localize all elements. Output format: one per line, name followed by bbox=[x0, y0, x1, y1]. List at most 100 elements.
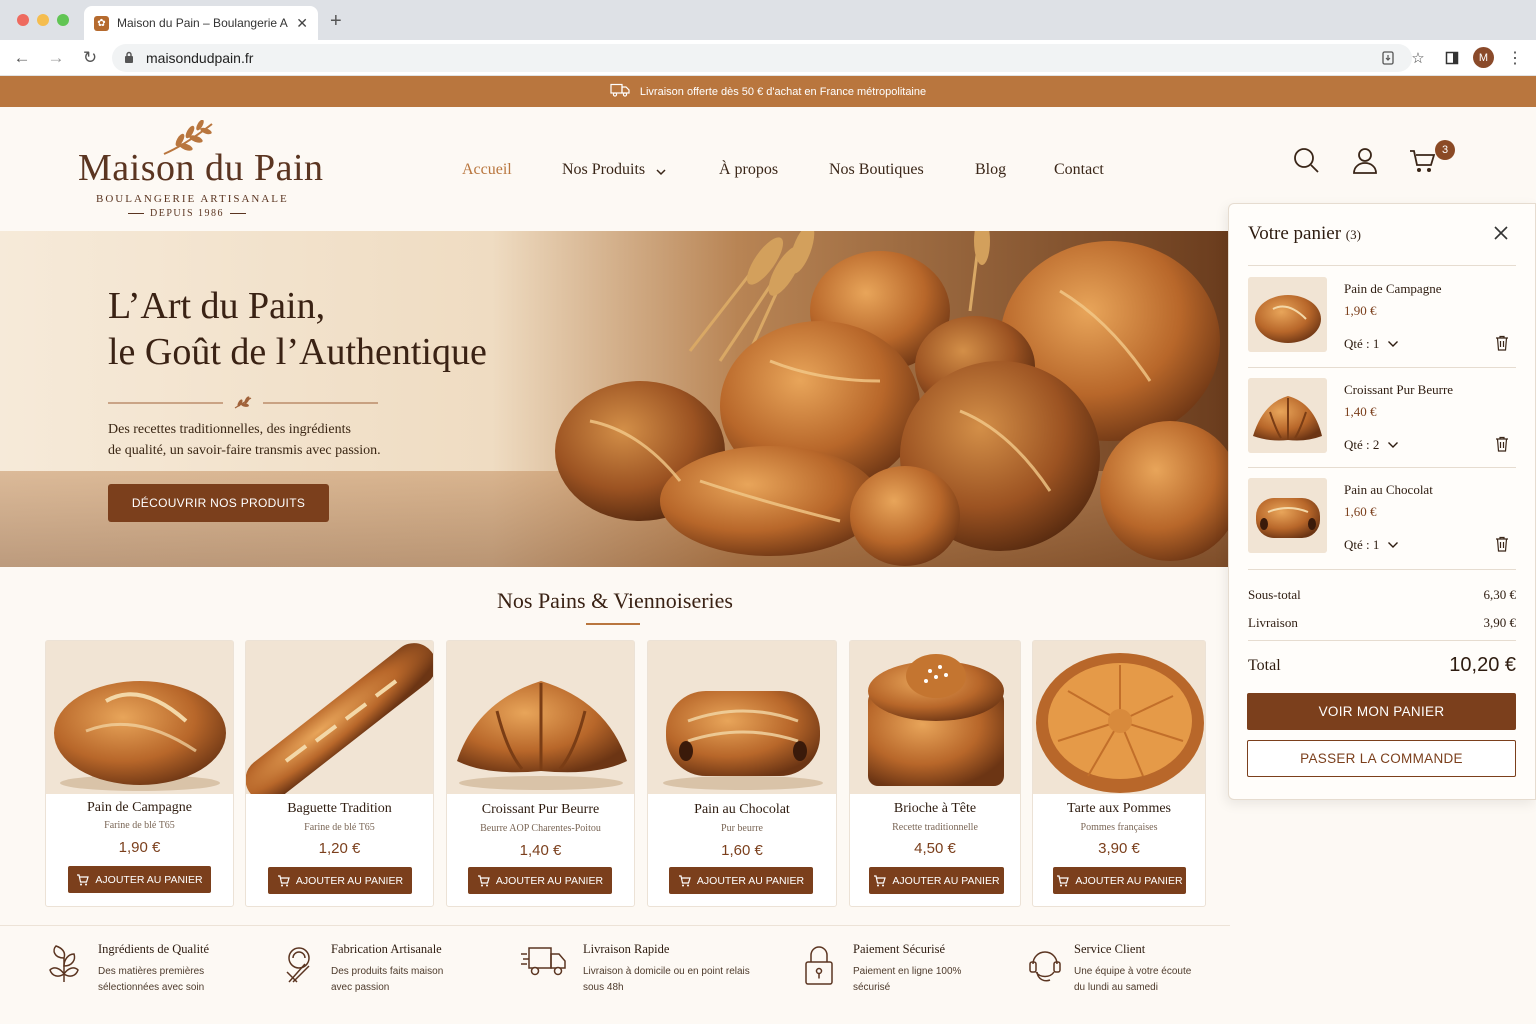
add-to-cart-button[interactable]: AJOUTER AU PANIER bbox=[468, 867, 612, 894]
product-subtitle: Recette traditionnelle bbox=[892, 822, 978, 833]
product-image-baguette-tradition[interactable] bbox=[246, 641, 433, 794]
cart-item-name[interactable]: Croissant Pur Beurre bbox=[1344, 382, 1453, 398]
bookmark-star-icon[interactable]: ☆ bbox=[1406, 46, 1430, 70]
nav-item-nos-produits[interactable]: Nos Produits bbox=[562, 161, 645, 179]
cart-divider bbox=[1248, 367, 1516, 368]
close-cart-icon[interactable] bbox=[1493, 224, 1509, 247]
cart-icon bbox=[277, 874, 290, 886]
product-price: 1,20 € bbox=[318, 840, 361, 857]
product-price: 1,60 € bbox=[721, 842, 763, 859]
feature-line-1: Une équipe à votre écoute bbox=[1074, 966, 1192, 977]
cart-item-name[interactable]: Pain de Campagne bbox=[1344, 281, 1441, 297]
product-card[interactable]: Tarte aux Pommes Pommes françaises 3,90 … bbox=[1032, 640, 1206, 907]
cart-drawer: Votre panier (3) Pain de Campagne 1,90 €… bbox=[1228, 203, 1536, 800]
quantity-select[interactable]: Qté : 2 bbox=[1344, 437, 1399, 453]
cart-item-price: 1,40 € bbox=[1344, 404, 1377, 419]
cart-icon[interactable] bbox=[1408, 146, 1438, 176]
account-icon[interactable] bbox=[1351, 146, 1381, 176]
quantity-select[interactable]: Qté : 1 bbox=[1344, 336, 1399, 352]
chevron-down-icon[interactable] bbox=[655, 164, 667, 182]
total-label: Total bbox=[1248, 656, 1281, 674]
product-price: 1,90 € bbox=[118, 839, 161, 856]
add-to-cart-button[interactable]: AJOUTER AU PANIER bbox=[68, 866, 211, 893]
add-to-cart-button[interactable]: AJOUTER AU PANIER bbox=[268, 867, 412, 894]
trash-icon[interactable] bbox=[1495, 536, 1509, 552]
quantity-value: Qté : 2 bbox=[1344, 437, 1380, 452]
headset-icon bbox=[1029, 951, 1061, 982]
forward-icon[interactable]: → bbox=[44, 46, 68, 70]
subtotal-row: Sous-total 6,30 € bbox=[1248, 587, 1516, 603]
product-price: 4,50 € bbox=[914, 840, 956, 857]
profile-avatar[interactable]: M bbox=[1473, 47, 1494, 68]
chevron-down-icon bbox=[1388, 442, 1399, 448]
checkout-button[interactable]: PASSER LA COMMANDE bbox=[1247, 740, 1516, 777]
cart-item-thumbnail[interactable] bbox=[1248, 478, 1327, 553]
product-card[interactable]: Pain au Chocolat Pur beurre 1,60 € AJOUT… bbox=[647, 640, 837, 907]
subtotal-value: 6,30 € bbox=[1483, 587, 1517, 602]
cart-item-name[interactable]: Pain au Chocolat bbox=[1344, 482, 1433, 498]
back-icon[interactable]: ← bbox=[10, 46, 34, 70]
promo-text: Livraison offerte dès 50 € d'achat en Fr… bbox=[639, 85, 927, 98]
install-app-icon[interactable] bbox=[1376, 46, 1400, 70]
cart-icon bbox=[874, 874, 887, 886]
close-window-button[interactable] bbox=[17, 14, 29, 26]
side-panel-icon[interactable] bbox=[1440, 46, 1464, 70]
trash-icon[interactable] bbox=[1495, 436, 1509, 452]
product-image-pain-au-chocolat[interactable] bbox=[648, 641, 836, 794]
cart-divider bbox=[1248, 640, 1516, 641]
cart-item-price: 1,90 € bbox=[1344, 303, 1377, 318]
add-to-cart-label: AJOUTER AU PANIER bbox=[1075, 874, 1183, 887]
browser-tab[interactable]: ✿ Maison du Pain – Boulangerie Artis ✕ bbox=[84, 6, 318, 40]
nav-item-contact[interactable]: Contact bbox=[1054, 161, 1104, 179]
feature-line-2: du lundi au samedi bbox=[1074, 982, 1158, 993]
add-to-cart-button[interactable]: AJOUTER AU PANIER bbox=[1053, 867, 1186, 894]
new-tab-icon[interactable]: + bbox=[330, 10, 342, 33]
chevron-down-icon bbox=[1388, 341, 1399, 347]
nav-item-accueil[interactable]: Accueil bbox=[462, 161, 512, 179]
feature-line-2: sous 48h bbox=[583, 982, 624, 993]
address-bar[interactable]: maisondudpain.fr bbox=[112, 44, 1412, 72]
cart-title-text: Votre panier bbox=[1248, 223, 1342, 244]
minimize-window-button[interactable] bbox=[37, 14, 49, 26]
product-price: 1,40 € bbox=[519, 842, 562, 859]
discover-products-button[interactable]: DÉCOUVRIR NOS PRODUITS bbox=[108, 484, 329, 522]
product-card[interactable]: Croissant Pur Beurre Beurre AOP Charente… bbox=[446, 640, 635, 907]
view-cart-button[interactable]: VOIR MON PANIER bbox=[1247, 693, 1516, 730]
browser-menu-icon[interactable]: ⋮ bbox=[1503, 46, 1527, 70]
search-icon[interactable] bbox=[1292, 146, 1322, 176]
close-tab-icon[interactable]: ✕ bbox=[296, 15, 308, 32]
cart-item-thumbnail[interactable] bbox=[1248, 378, 1327, 453]
cart-item-thumbnail[interactable] bbox=[1248, 277, 1327, 352]
feature-title: Ingrédients de Qualité bbox=[98, 942, 210, 956]
quantity-value: Qté : 1 bbox=[1344, 537, 1380, 552]
brand-name: Maison du Pain bbox=[78, 147, 324, 189]
product-image-croissant-pur-beurre[interactable] bbox=[447, 641, 634, 794]
add-to-cart-button[interactable]: AJOUTER AU PANIER bbox=[869, 867, 1004, 894]
brand-since: DEPUIS 1986 bbox=[128, 208, 247, 219]
feature-line-1: Livraison à domicile ou en point relais bbox=[583, 966, 750, 977]
trash-icon[interactable] bbox=[1495, 335, 1509, 351]
subtotal-label: Sous-total bbox=[1248, 587, 1301, 602]
reload-icon[interactable]: ↻ bbox=[78, 46, 102, 70]
shipping-label: Livraison bbox=[1248, 615, 1298, 630]
nav-item-nos-boutiques[interactable]: Nos Boutiques bbox=[829, 161, 924, 179]
hero-text-line-1: Des recettes traditionnelles, des ingréd… bbox=[108, 422, 351, 437]
product-card[interactable]: Brioche à Tête Recette traditionnelle 4,… bbox=[849, 640, 1021, 907]
product-card[interactable]: Baguette Tradition Farine de blé T65 1,2… bbox=[245, 640, 434, 907]
product-image-tarte-aux-pommes[interactable] bbox=[1033, 641, 1205, 794]
hero-description: Des recettes traditionnelles, des ingréd… bbox=[108, 419, 428, 461]
product-subtitle: Farine de blé T65 bbox=[304, 822, 375, 833]
quantity-select[interactable]: Qté : 1 bbox=[1344, 537, 1399, 553]
product-subtitle: Beurre AOP Charentes-Poitou bbox=[480, 823, 601, 834]
product-image-pain-de-campagne[interactable] bbox=[46, 641, 233, 794]
maximize-window-button[interactable] bbox=[57, 14, 69, 26]
add-to-cart-button[interactable]: AJOUTER AU PANIER bbox=[669, 867, 813, 894]
product-card[interactable]: Pain de Campagne Farine de blé T65 1,90 … bbox=[45, 640, 234, 907]
cart-item: Croissant Pur Beurre 1,40 € Qté : 2 bbox=[1248, 378, 1516, 454]
padlock-icon bbox=[805, 946, 833, 985]
product-image-brioche-a-tete[interactable] bbox=[850, 641, 1020, 794]
nav-item-blog[interactable]: Blog bbox=[975, 161, 1006, 179]
feature-line-1: Paiement en ligne 100% bbox=[853, 966, 962, 977]
cart-icon bbox=[678, 874, 691, 886]
nav-item-a-propos[interactable]: À propos bbox=[719, 161, 778, 179]
